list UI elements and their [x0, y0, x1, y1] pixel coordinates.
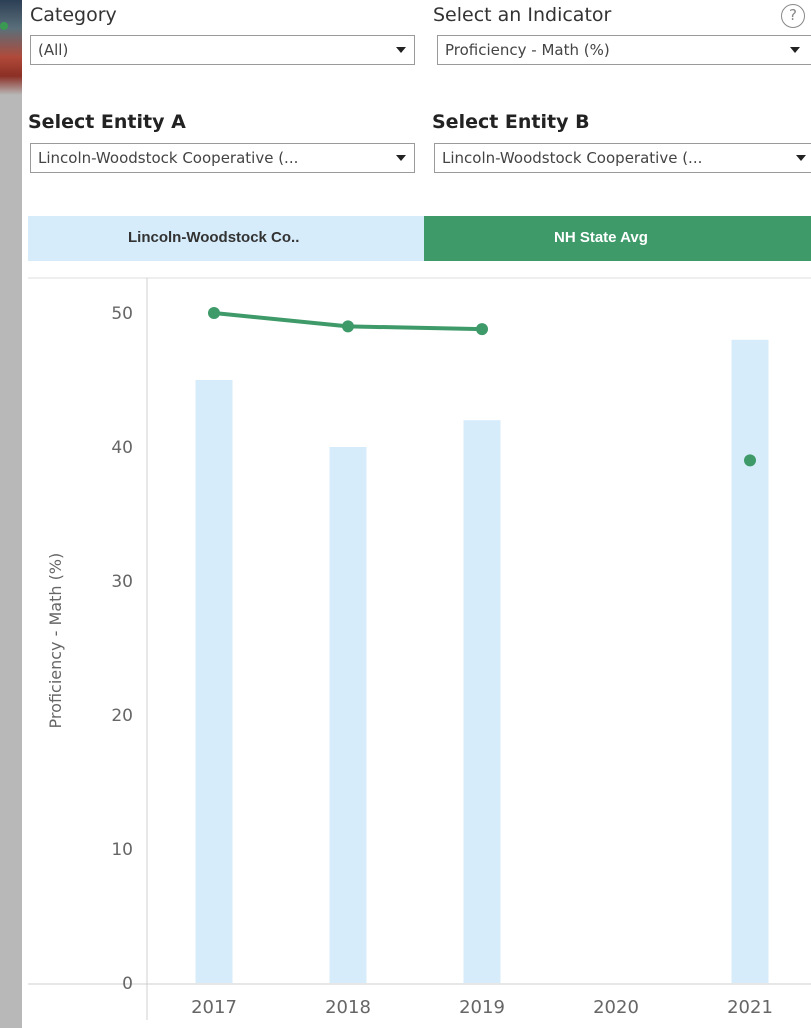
state-avg-point-2021: [744, 454, 756, 467]
y-tick-label: 30: [111, 572, 133, 592]
legend-entity-b-label: NH State Avg: [554, 229, 648, 246]
y-tick-label: 40: [111, 438, 133, 458]
legend-entity-b[interactable]: NH State Avg: [424, 216, 811, 261]
x-tick-label: 2020: [593, 997, 639, 1018]
y-tick-label: 50: [111, 304, 133, 324]
legend-entity-a[interactable]: Lincoln-Woodstock Co..: [28, 216, 424, 261]
x-tick-label: 2019: [459, 997, 505, 1018]
indicator-label: Select an Indicator: [433, 4, 612, 26]
chevron-down-icon: [790, 47, 800, 53]
proficiency-chart: 0 10 20 30 40 50 Proficiency - Math (%) 2017 201…: [28, 277, 811, 1020]
indicator-dropdown[interactable]: Proficiency - Math (%): [437, 35, 811, 65]
entity-b-label: Select Entity B: [432, 111, 590, 133]
entity-b-dropdown[interactable]: Lincoln-Woodstock Cooperative (...: [434, 143, 811, 173]
side-image: [0, 0, 22, 95]
bar-2018: [329, 447, 367, 983]
category-dropdown[interactable]: (All): [30, 35, 415, 65]
indicator-value: Proficiency - Math (%): [445, 41, 610, 59]
bar-2017: [195, 380, 233, 983]
entity-b-value: Lincoln-Woodstock Cooperative (...: [442, 149, 703, 167]
bar-2019: [463, 420, 501, 983]
category-value: (All): [38, 41, 69, 59]
x-tick-label: 2021: [727, 997, 773, 1018]
help-icon[interactable]: ?: [781, 4, 805, 28]
entity-a-label: Select Entity A: [28, 111, 186, 133]
chevron-down-icon: [396, 155, 406, 161]
legend-entity-a-label: Lincoln-Woodstock Co..: [128, 229, 300, 246]
state-avg-point-2017: [208, 307, 220, 319]
category-label: Category: [30, 4, 117, 26]
y-tick-label: 20: [111, 706, 133, 726]
y-tick-label: 0: [122, 974, 133, 994]
chevron-down-icon: [796, 155, 806, 161]
chevron-down-icon: [396, 47, 406, 53]
state-avg-point-2018: [342, 320, 354, 333]
entity-a-dropdown[interactable]: Lincoln-Woodstock Cooperative (...: [30, 143, 415, 173]
entity-a-value: Lincoln-Woodstock Cooperative (...: [38, 149, 299, 167]
x-tick-label: 2017: [191, 997, 237, 1018]
bar-2021: [731, 339, 769, 983]
x-tick-label: 2018: [325, 997, 371, 1018]
y-tick-label: 10: [111, 840, 133, 860]
state-avg-point-2019: [476, 323, 488, 336]
y-axis-title: Proficiency - Math (%): [46, 553, 65, 729]
